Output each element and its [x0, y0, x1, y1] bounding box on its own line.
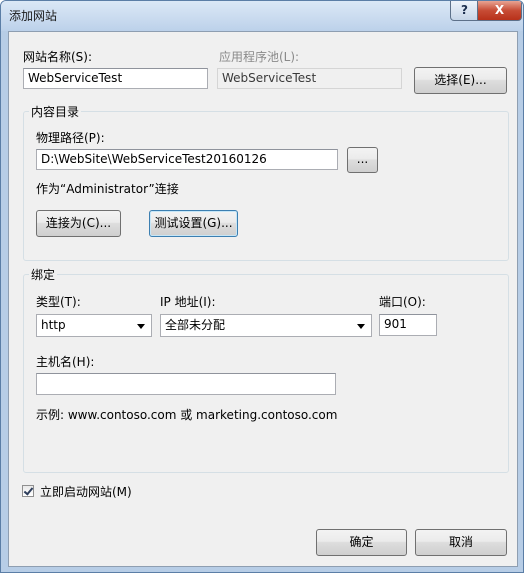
- host-name-input[interactable]: [36, 373, 336, 395]
- type-select-value: http: [41, 318, 66, 332]
- port-input[interactable]: 901: [379, 314, 437, 336]
- physical-path-input[interactable]: D:\WebSite\WebServiceTest20160126: [36, 149, 338, 170]
- chevron-down-icon: [137, 324, 145, 329]
- window-title: 添加网站: [9, 9, 58, 23]
- close-icon: X: [494, 3, 505, 17]
- type-label: 类型(T):: [36, 295, 81, 309]
- ok-button[interactable]: 确定: [316, 529, 407, 556]
- binding-label: 绑定: [29, 266, 58, 283]
- connect-as-button[interactable]: 连接为(C)...: [36, 210, 121, 237]
- connect-as-text: 作为“Administrator”连接: [36, 182, 179, 196]
- type-select[interactable]: http: [36, 314, 152, 337]
- close-button[interactable]: X: [477, 1, 522, 21]
- add-website-dialog: 添加网站 ? X 网站名称(S): WebServiceTest 应用程序池(L…: [0, 0, 524, 573]
- cancel-button[interactable]: 取消: [415, 529, 507, 556]
- test-settings-button[interactable]: 测试设置(G)...: [149, 210, 238, 237]
- help-button[interactable]: ?: [450, 1, 479, 21]
- port-label: 端口(O):: [379, 295, 426, 309]
- content-directory-label: 内容目录: [29, 103, 82, 120]
- browse-path-button[interactable]: ...: [347, 147, 378, 173]
- site-name-input[interactable]: WebServiceTest: [23, 68, 208, 89]
- example-text: 示例: www.contoso.com 或 marketing.contoso.…: [36, 408, 338, 422]
- ip-address-label: IP 地址(I):: [160, 295, 216, 309]
- dialog-body: 网站名称(S): WebServiceTest 应用程序池(L): WebSer…: [8, 31, 518, 567]
- help-icon: ?: [461, 3, 468, 17]
- physical-path-label: 物理路径(P):: [36, 131, 105, 145]
- start-site-label[interactable]: 立即启动网站(M): [40, 483, 132, 500]
- title-bar[interactable]: 添加网站 ? X: [1, 1, 523, 31]
- chevron-down-icon: [357, 324, 365, 329]
- app-pool-field: WebServiceTest: [217, 68, 402, 89]
- checkmark-icon: [23, 485, 34, 496]
- start-site-checkbox[interactable]: [22, 485, 34, 497]
- host-name-label: 主机名(H):: [36, 355, 95, 369]
- app-pool-label: 应用程序池(L):: [219, 50, 300, 64]
- select-app-pool-button[interactable]: 选择(E)...: [414, 67, 507, 94]
- ip-address-select-value: 全部未分配: [165, 318, 226, 332]
- site-name-label: 网站名称(S):: [23, 50, 93, 64]
- ip-address-select[interactable]: 全部未分配: [160, 314, 372, 337]
